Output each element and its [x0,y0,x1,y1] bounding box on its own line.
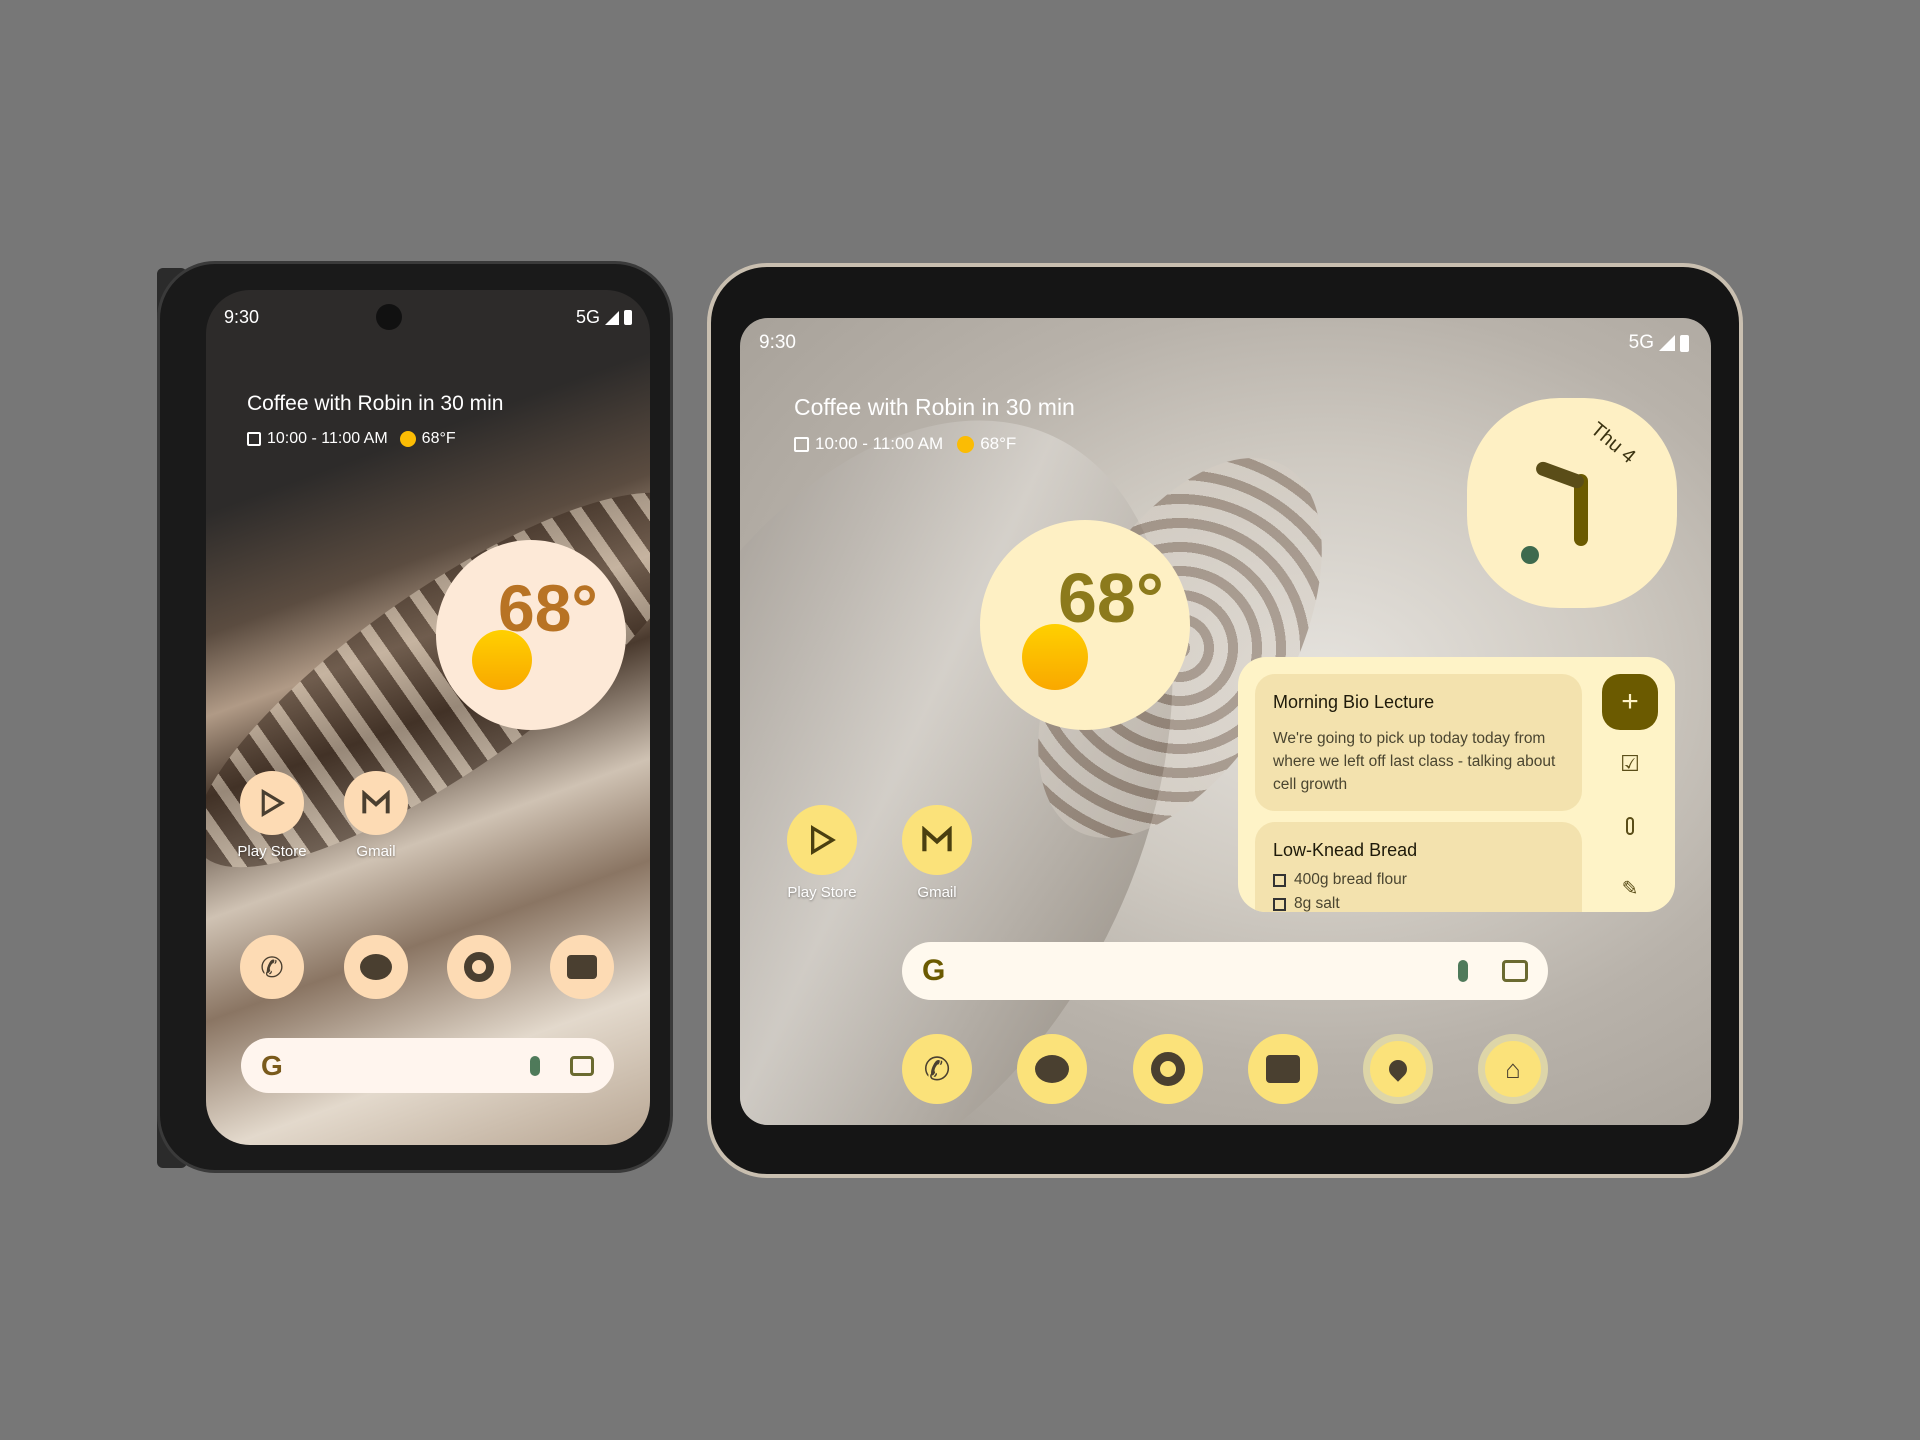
notes-widget: Morning Bio Lecture We're going to pick … [1238,657,1675,912]
lens-icon[interactable] [1502,960,1528,982]
app-label: Gmail [356,843,396,860]
google-icon: G [922,954,946,987]
maps-icon [1385,1056,1411,1082]
event-title[interactable]: Coffee with Robin in 30 min [794,394,1075,421]
search-bar[interactable]: G [902,942,1548,1000]
camera-cutout [376,304,402,330]
large-phone-screen: 9:30 5G Coffee with Robin in 30 min 10:0… [740,318,1711,1125]
note-card[interactable]: Low-Knead Bread 400g bread flour 8g salt [1255,822,1582,912]
network-label: 5G [1628,332,1654,353]
search-bar[interactable]: G [241,1038,614,1093]
dock-maps[interactable] [1363,1034,1433,1104]
dock-phone[interactable]: ✆ [240,935,304,999]
gmail-icon [362,790,390,814]
sun-icon [399,431,416,447]
note-body: We're going to pick up today today from … [1273,730,1556,793]
checkbox-icon[interactable] [1273,897,1286,911]
checkbox-icon: ☑ [1620,751,1640,776]
gmail-icon [922,826,952,852]
dock-phone[interactable]: ✆ [902,1034,972,1104]
drawing-button[interactable]: ✎ [1616,874,1644,902]
note-item: 400g bread flour [1294,871,1407,888]
calendar-icon [247,432,261,446]
mic-icon[interactable] [1458,960,1468,982]
plus-icon: + [1621,685,1639,718]
play-store-app[interactable] [787,805,857,875]
note-title: Morning Bio Lecture [1273,692,1435,712]
note-item: 8g salt [1294,895,1340,912]
mic-icon[interactable] [530,1055,540,1076]
pen-icon: ✎ [1621,877,1639,900]
status-time: 9:30 [224,307,260,327]
phone-icon: ✆ [923,1051,951,1087]
home-icon: ⌂ [1505,1053,1521,1084]
weather-widget[interactable]: 68° [980,520,1190,730]
network-label: 5G [575,307,600,327]
phone-icon: ✆ [260,951,284,983]
clock-widget[interactable]: Thu 4 [1467,398,1677,608]
gmail-app[interactable] [902,805,972,875]
signal-icon [1659,335,1675,351]
sun-cloud-icon [1022,624,1088,690]
note-card[interactable]: Morning Bio Lecture We're going to pick … [1255,674,1582,811]
minute-hand [1534,459,1586,491]
signal-icon [605,310,619,325]
play-store-icon [811,825,836,855]
camera-icon [1266,1055,1300,1083]
second-dot [1521,546,1539,564]
weather-widget[interactable]: 68° [436,540,626,730]
sun-cloud-icon [472,630,532,690]
dock-messages[interactable] [344,935,408,999]
battery-icon [624,310,632,325]
status-time: 9:30 [759,332,796,353]
messages-icon [1035,1055,1069,1083]
dock-home[interactable]: ⌂ [1478,1034,1548,1104]
sun-icon [957,435,975,453]
dock-messages[interactable] [1017,1034,1087,1104]
event-title[interactable]: Coffee with Robin in 30 min [247,392,503,416]
chrome-icon [464,952,494,982]
calendar-icon [794,436,809,452]
small-phone-screen: 9:30 5G Coffee with Robin in 30 min 10:0… [206,290,650,1145]
mic-icon [1626,817,1634,835]
event-temp: 68°F [421,430,456,447]
app-label: Play Store [787,884,857,901]
add-note-button[interactable]: + [1602,674,1658,730]
dock-camera[interactable] [1248,1034,1318,1104]
new-list-button[interactable]: ☑ [1616,750,1644,778]
camera-icon [567,955,597,979]
lens-icon[interactable] [570,1055,594,1076]
messages-icon [360,954,392,980]
note-title: Low-Knead Bread [1273,840,1418,860]
weather-temp: 68° [1058,559,1164,637]
event-temp: 68°F [980,434,1017,453]
gmail-app[interactable] [344,771,408,835]
clock-date: Thu 4 [1586,418,1640,468]
dock-chrome[interactable] [447,935,511,999]
battery-icon [1680,334,1689,352]
play-store-icon [261,788,286,818]
checkbox-icon[interactable] [1273,873,1286,887]
google-icon: G [261,1049,283,1081]
dock-camera[interactable] [550,935,614,999]
event-time: 10:00 - 11:00 AM [815,434,944,453]
voice-note-button[interactable] [1616,812,1644,840]
event-time: 10:00 - 11:00 AM [267,430,388,447]
dock-chrome[interactable] [1133,1034,1203,1104]
play-store-app[interactable] [240,771,304,835]
chrome-icon [1151,1052,1185,1086]
app-label: Gmail [917,884,957,901]
app-label: Play Store [237,843,307,860]
